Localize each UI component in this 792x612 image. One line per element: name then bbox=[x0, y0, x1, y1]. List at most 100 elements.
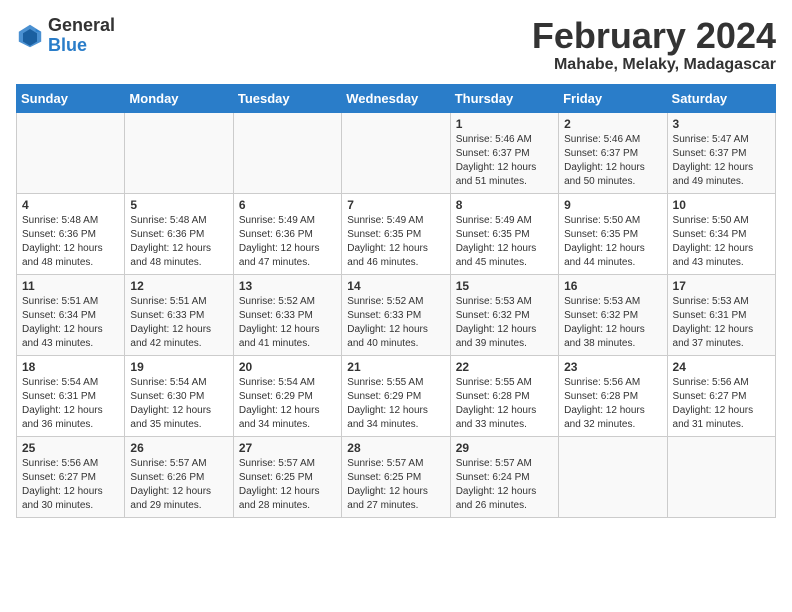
day-number: 1 bbox=[456, 117, 553, 131]
logo-icon bbox=[16, 22, 44, 50]
day-number: 15 bbox=[456, 279, 553, 293]
day-number: 11 bbox=[22, 279, 119, 293]
day-number: 21 bbox=[347, 360, 444, 374]
header-row: SundayMondayTuesdayWednesdayThursdayFrid… bbox=[17, 84, 776, 112]
calendar-cell: 21 Sunrise: 5:55 AM Sunset: 6:29 PM Dayli… bbox=[342, 355, 450, 436]
title-area: February 2024 Mahabe, Melaky, Madagascar bbox=[532, 16, 776, 74]
logo-blue: Blue bbox=[48, 36, 115, 56]
day-detail: Sunrise: 5:47 AM Sunset: 6:37 PM Dayligh… bbox=[673, 133, 770, 189]
day-detail: Sunrise: 5:49 AM Sunset: 6:36 PM Dayligh… bbox=[239, 214, 336, 270]
calendar-cell: 4 Sunrise: 5:48 AM Sunset: 6:36 PM Daylig… bbox=[17, 193, 125, 274]
day-detail: Sunrise: 5:57 AM Sunset: 6:25 PM Dayligh… bbox=[239, 457, 336, 513]
logo: General Blue bbox=[16, 16, 115, 56]
calendar-cell: 18 Sunrise: 5:54 AM Sunset: 6:31 PM Dayli… bbox=[17, 355, 125, 436]
day-detail: Sunrise: 5:55 AM Sunset: 6:29 PM Dayligh… bbox=[347, 376, 444, 432]
day-detail: Sunrise: 5:49 AM Sunset: 6:35 PM Dayligh… bbox=[456, 214, 553, 270]
day-detail: Sunrise: 5:56 AM Sunset: 6:27 PM Dayligh… bbox=[22, 457, 119, 513]
calendar-cell: 8 Sunrise: 5:49 AM Sunset: 6:35 PM Daylig… bbox=[450, 193, 558, 274]
day-number: 16 bbox=[564, 279, 661, 293]
day-detail: Sunrise: 5:51 AM Sunset: 6:34 PM Dayligh… bbox=[22, 295, 119, 351]
day-number: 27 bbox=[239, 441, 336, 455]
calendar-cell: 22 Sunrise: 5:55 AM Sunset: 6:28 PM Dayli… bbox=[450, 355, 558, 436]
calendar-cell bbox=[667, 436, 775, 517]
week-row-3: 18 Sunrise: 5:54 AM Sunset: 6:31 PM Dayli… bbox=[17, 355, 776, 436]
day-detail: Sunrise: 5:54 AM Sunset: 6:30 PM Dayligh… bbox=[130, 376, 227, 432]
calendar-cell: 17 Sunrise: 5:53 AM Sunset: 6:31 PM Dayli… bbox=[667, 274, 775, 355]
calendar-cell: 19Sunrise: 5:54 AM Sunset: 6:30 PM Dayli… bbox=[125, 355, 233, 436]
day-number: 3 bbox=[673, 117, 770, 131]
calendar-cell: 26Sunrise: 5:57 AM Sunset: 6:26 PM Dayli… bbox=[125, 436, 233, 517]
day-detail: Sunrise: 5:53 AM Sunset: 6:32 PM Dayligh… bbox=[564, 295, 661, 351]
header-cell-monday: Monday bbox=[125, 84, 233, 112]
day-number: 12 bbox=[130, 279, 227, 293]
day-detail: Sunrise: 5:54 AM Sunset: 6:31 PM Dayligh… bbox=[22, 376, 119, 432]
header-cell-saturday: Saturday bbox=[667, 84, 775, 112]
day-detail: Sunrise: 5:52 AM Sunset: 6:33 PM Dayligh… bbox=[347, 295, 444, 351]
day-number: 13 bbox=[239, 279, 336, 293]
calendar-cell: 2Sunrise: 5:46 AM Sunset: 6:37 PM Daylig… bbox=[559, 112, 667, 193]
day-number: 6 bbox=[239, 198, 336, 212]
calendar-cell: 23 Sunrise: 5:56 AM Sunset: 6:28 PM Dayli… bbox=[559, 355, 667, 436]
day-number: 2 bbox=[564, 117, 661, 131]
calendar-cell: 10 Sunrise: 5:50 AM Sunset: 6:34 PM Dayli… bbox=[667, 193, 775, 274]
day-number: 10 bbox=[673, 198, 770, 212]
calendar-cell: 29 Sunrise: 5:57 AM Sunset: 6:24 PM Dayli… bbox=[450, 436, 558, 517]
day-detail: Sunrise: 5:53 AM Sunset: 6:32 PM Dayligh… bbox=[456, 295, 553, 351]
day-number: 20 bbox=[239, 360, 336, 374]
day-detail: Sunrise: 5:49 AM Sunset: 6:35 PM Dayligh… bbox=[347, 214, 444, 270]
day-detail: Sunrise: 5:46 AM Sunset: 6:37 PM Dayligh… bbox=[456, 133, 553, 189]
header-cell-tuesday: Tuesday bbox=[233, 84, 341, 112]
calendar-cell: 25Sunrise: 5:56 AM Sunset: 6:27 PM Dayli… bbox=[17, 436, 125, 517]
day-detail: Sunrise: 5:57 AM Sunset: 6:26 PM Dayligh… bbox=[130, 457, 227, 513]
day-detail: Sunrise: 5:50 AM Sunset: 6:34 PM Dayligh… bbox=[673, 214, 770, 270]
header-cell-thursday: Thursday bbox=[450, 84, 558, 112]
day-number: 22 bbox=[456, 360, 553, 374]
calendar-header: SundayMondayTuesdayWednesdayThursdayFrid… bbox=[17, 84, 776, 112]
week-row-2: 11 Sunrise: 5:51 AM Sunset: 6:34 PM Dayli… bbox=[17, 274, 776, 355]
day-detail: Sunrise: 5:54 AM Sunset: 6:29 PM Dayligh… bbox=[239, 376, 336, 432]
day-number: 4 bbox=[22, 198, 119, 212]
calendar-cell bbox=[125, 112, 233, 193]
day-detail: Sunrise: 5:48 AM Sunset: 6:36 PM Dayligh… bbox=[22, 214, 119, 270]
day-number: 29 bbox=[456, 441, 553, 455]
calendar-cell bbox=[233, 112, 341, 193]
calendar-cell: 3 Sunrise: 5:47 AM Sunset: 6:37 PM Daylig… bbox=[667, 112, 775, 193]
calendar-cell bbox=[559, 436, 667, 517]
calendar-cell bbox=[17, 112, 125, 193]
header-cell-wednesday: Wednesday bbox=[342, 84, 450, 112]
day-detail: Sunrise: 5:53 AM Sunset: 6:31 PM Dayligh… bbox=[673, 295, 770, 351]
calendar-cell: 9Sunrise: 5:50 AM Sunset: 6:35 PM Daylig… bbox=[559, 193, 667, 274]
day-detail: Sunrise: 5:52 AM Sunset: 6:33 PM Dayligh… bbox=[239, 295, 336, 351]
day-detail: Sunrise: 5:57 AM Sunset: 6:25 PM Dayligh… bbox=[347, 457, 444, 513]
calendar-cell bbox=[342, 112, 450, 193]
day-detail: Sunrise: 5:51 AM Sunset: 6:33 PM Dayligh… bbox=[130, 295, 227, 351]
calendar-cell: 20 Sunrise: 5:54 AM Sunset: 6:29 PM Dayli… bbox=[233, 355, 341, 436]
logo-text: General Blue bbox=[48, 16, 115, 56]
day-number: 28 bbox=[347, 441, 444, 455]
header: General Blue February 2024 Mahabe, Melak… bbox=[16, 16, 776, 74]
day-number: 24 bbox=[673, 360, 770, 374]
calendar-table: SundayMondayTuesdayWednesdayThursdayFrid… bbox=[16, 84, 776, 518]
header-cell-sunday: Sunday bbox=[17, 84, 125, 112]
day-detail: Sunrise: 5:50 AM Sunset: 6:35 PM Dayligh… bbox=[564, 214, 661, 270]
day-detail: Sunrise: 5:57 AM Sunset: 6:24 PM Dayligh… bbox=[456, 457, 553, 513]
calendar-cell: 14 Sunrise: 5:52 AM Sunset: 6:33 PM Dayli… bbox=[342, 274, 450, 355]
day-detail: Sunrise: 5:56 AM Sunset: 6:28 PM Dayligh… bbox=[564, 376, 661, 432]
day-number: 5 bbox=[130, 198, 227, 212]
calendar-body: 1 Sunrise: 5:46 AM Sunset: 6:37 PM Daylig… bbox=[17, 112, 776, 517]
calendar-cell: 7 Sunrise: 5:49 AM Sunset: 6:35 PM Daylig… bbox=[342, 193, 450, 274]
day-number: 7 bbox=[347, 198, 444, 212]
day-number: 17 bbox=[673, 279, 770, 293]
day-number: 18 bbox=[22, 360, 119, 374]
calendar-cell: 12 Sunrise: 5:51 AM Sunset: 6:33 PM Dayli… bbox=[125, 274, 233, 355]
day-number: 8 bbox=[456, 198, 553, 212]
calendar-cell: 15 Sunrise: 5:53 AM Sunset: 6:32 PM Dayli… bbox=[450, 274, 558, 355]
calendar-cell: 28 Sunrise: 5:57 AM Sunset: 6:25 PM Dayli… bbox=[342, 436, 450, 517]
day-number: 14 bbox=[347, 279, 444, 293]
week-row-4: 25Sunrise: 5:56 AM Sunset: 6:27 PM Dayli… bbox=[17, 436, 776, 517]
calendar-cell: 16 Sunrise: 5:53 AM Sunset: 6:32 PM Dayli… bbox=[559, 274, 667, 355]
calendar-cell: 1 Sunrise: 5:46 AM Sunset: 6:37 PM Daylig… bbox=[450, 112, 558, 193]
day-detail: Sunrise: 5:55 AM Sunset: 6:28 PM Dayligh… bbox=[456, 376, 553, 432]
main-title: February 2024 bbox=[532, 16, 776, 56]
day-number: 23 bbox=[564, 360, 661, 374]
